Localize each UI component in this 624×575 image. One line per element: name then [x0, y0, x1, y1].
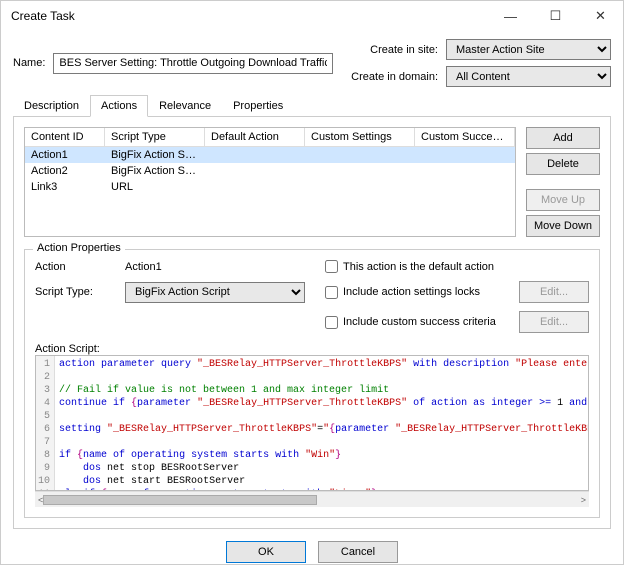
- cell: [415, 163, 515, 179]
- include-success-checkbox[interactable]: [325, 316, 338, 329]
- maximize-icon[interactable]: ☐: [533, 1, 578, 31]
- action-value: Action1: [125, 261, 325, 273]
- tab-bar: Description Actions Relevance Properties: [13, 95, 611, 117]
- cell: [305, 147, 415, 163]
- script-type-label: Script Type:: [35, 286, 125, 298]
- action-script-editor[interactable]: 1234567891011121314151617 action paramet…: [35, 355, 589, 491]
- action-script-label: Action Script:: [35, 343, 589, 355]
- cell: [305, 179, 415, 195]
- tab-relevance[interactable]: Relevance: [148, 95, 222, 117]
- tab-properties[interactable]: Properties: [222, 95, 294, 117]
- col-content-id[interactable]: Content ID: [25, 128, 105, 147]
- cell: [205, 163, 305, 179]
- include-locks-checkbox[interactable]: [325, 286, 338, 299]
- minimize-icon[interactable]: —: [488, 1, 533, 31]
- edit-locks-button[interactable]: Edit...: [519, 281, 589, 303]
- close-icon[interactable]: ✕: [578, 1, 623, 31]
- actions-grid[interactable]: Content ID Script Type Default Action Cu…: [24, 127, 516, 237]
- action-properties-group: Action Properties Action Action1 This ac…: [24, 249, 600, 518]
- col-custom-settings[interactable]: Custom Settings: [305, 128, 415, 147]
- cell: URL: [105, 179, 205, 195]
- delete-button[interactable]: Delete: [526, 153, 600, 175]
- table-row[interactable]: Action2BigFix Action Scr...: [25, 163, 515, 179]
- col-script-type[interactable]: Script Type: [105, 128, 205, 147]
- cell: [205, 147, 305, 163]
- window-title: Create Task: [11, 9, 488, 23]
- horizontal-scrollbar[interactable]: < >: [35, 491, 589, 507]
- grid-header: Content ID Script Type Default Action Cu…: [25, 128, 515, 147]
- default-action-label: This action is the default action: [343, 261, 494, 273]
- table-row[interactable]: Action1BigFix Action Scr...: [25, 147, 515, 163]
- include-locks-label: Include action settings locks: [343, 286, 480, 298]
- dialog-footer: OK Cancel: [13, 529, 611, 575]
- cell: [205, 179, 305, 195]
- scrollbar-thumb[interactable]: [43, 495, 317, 505]
- col-default-action[interactable]: Default Action: [205, 128, 305, 147]
- tab-description[interactable]: Description: [13, 95, 90, 117]
- create-domain-select[interactable]: All Content: [446, 66, 611, 87]
- move-up-button[interactable]: Move Up: [526, 189, 600, 211]
- cell: Action2: [25, 163, 105, 179]
- create-domain-label: Create in domain:: [351, 71, 438, 83]
- edit-success-button[interactable]: Edit...: [519, 311, 589, 333]
- cell: BigFix Action Scr...: [105, 163, 205, 179]
- move-down-button[interactable]: Move Down: [526, 215, 600, 237]
- action-label: Action: [35, 261, 125, 273]
- name-label: Name:: [13, 57, 45, 69]
- add-button[interactable]: Add: [526, 127, 600, 149]
- script-type-select[interactable]: BigFix Action Script: [125, 282, 305, 303]
- include-success-label: Include custom success criteria: [343, 316, 496, 328]
- cell: [305, 163, 415, 179]
- col-custom-success[interactable]: Custom Success ...: [415, 128, 515, 147]
- scroll-right-icon[interactable]: >: [581, 495, 586, 505]
- tab-actions[interactable]: Actions: [90, 95, 148, 117]
- cancel-button[interactable]: Cancel: [318, 541, 398, 563]
- name-input[interactable]: [53, 53, 333, 74]
- default-action-checkbox[interactable]: [325, 260, 338, 273]
- titlebar: Create Task — ☐ ✕: [1, 1, 623, 31]
- ok-button[interactable]: OK: [226, 541, 306, 563]
- create-site-label: Create in site:: [370, 44, 438, 56]
- cell: [415, 147, 515, 163]
- cell: BigFix Action Scr...: [105, 147, 205, 163]
- cell: [415, 179, 515, 195]
- create-site-select[interactable]: Master Action Site: [446, 39, 611, 60]
- cell: Link3: [25, 179, 105, 195]
- cell: Action1: [25, 147, 105, 163]
- table-row[interactable]: Link3URL: [25, 179, 515, 195]
- action-properties-title: Action Properties: [33, 242, 125, 254]
